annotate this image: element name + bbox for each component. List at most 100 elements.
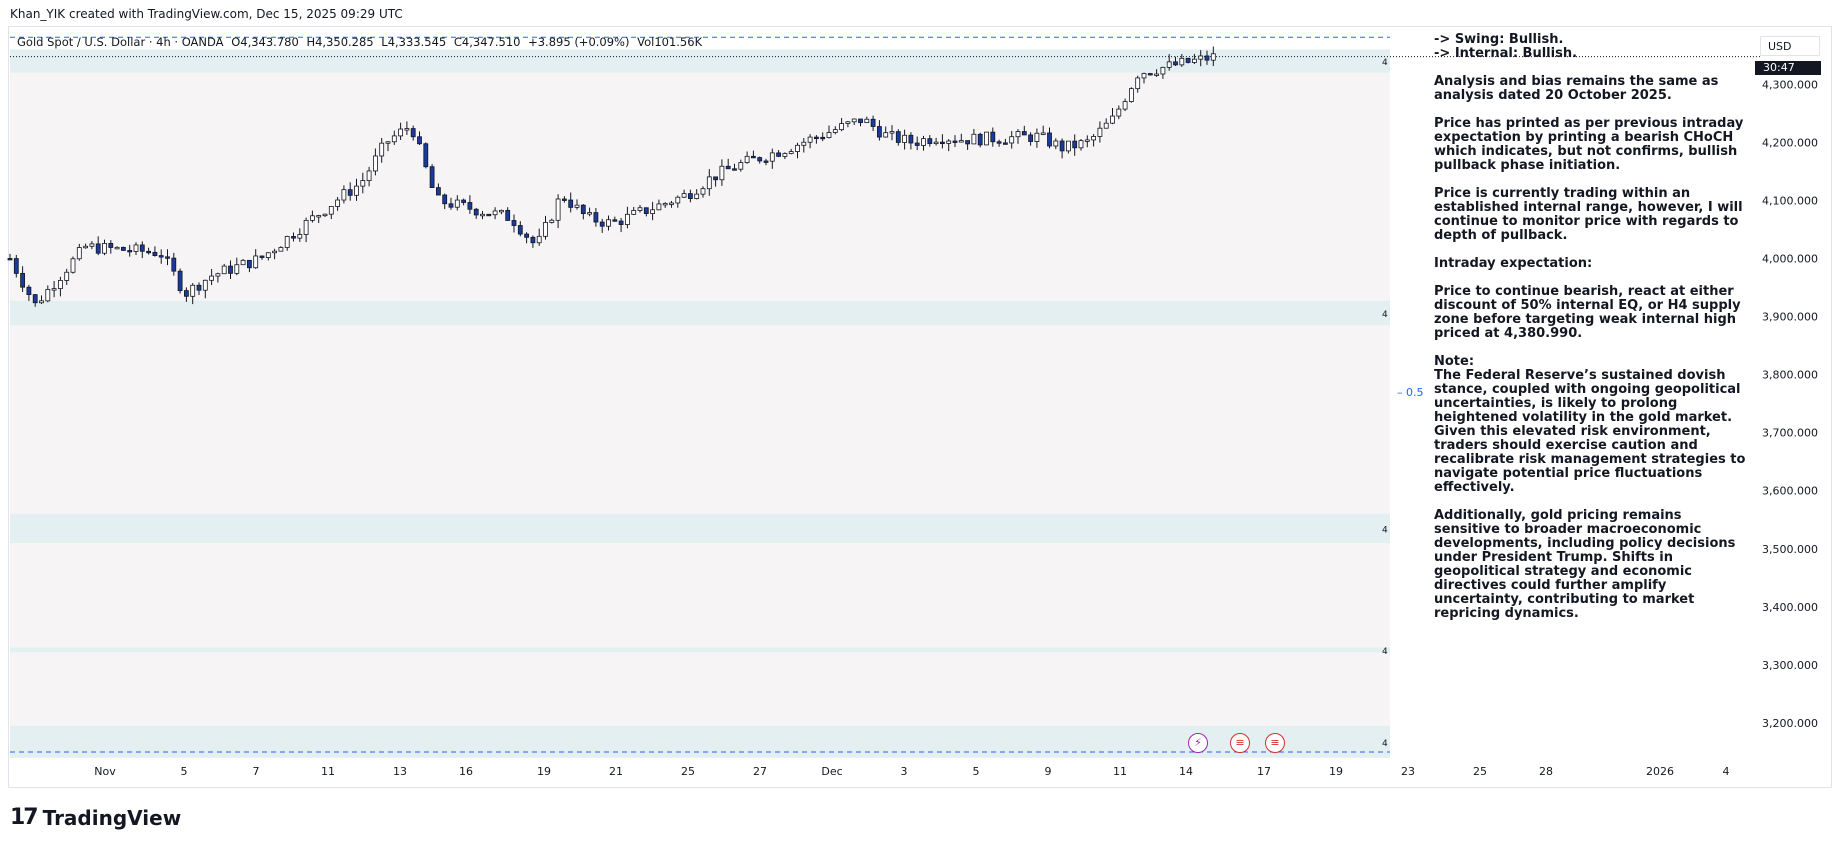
candle-body	[984, 131, 989, 146]
candle-body	[328, 206, 334, 215]
candle-body	[845, 121, 851, 124]
candle-body	[480, 213, 485, 217]
y-tick-label: 4,100.000	[1762, 194, 1818, 207]
high-value: H4,350.285	[306, 35, 374, 49]
candle-body	[555, 198, 561, 221]
candle-body	[1021, 131, 1027, 136]
candle-body	[58, 280, 63, 290]
candle-body	[95, 243, 101, 254]
candle-body	[486, 213, 492, 217]
candle-body	[933, 141, 939, 145]
candle-body	[732, 168, 737, 171]
candle-body	[196, 284, 202, 291]
us-flag-icon[interactable]: ≡	[1265, 733, 1285, 753]
change-value: +3.895 (+0.09%)	[528, 35, 630, 49]
candle-body	[536, 235, 542, 244]
candle-body	[713, 176, 718, 181]
open-value: O4,343.780	[231, 35, 299, 49]
x-tick-label: 9	[1045, 765, 1052, 778]
candle-body	[234, 264, 240, 274]
x-tick-label: 3	[901, 765, 908, 778]
candle-body	[177, 270, 183, 292]
candle-body	[1147, 73, 1153, 76]
candle-body	[757, 157, 763, 162]
y-tick-label: 3,200.000	[1762, 717, 1818, 730]
analysis-paragraph-7: Additionally, gold pricing remains sensi…	[1434, 508, 1736, 621]
analysis-paragraph-1: Analysis and bias remains the same as an…	[1434, 74, 1719, 103]
zone-marker: 4	[1382, 58, 1388, 68]
candle-body	[1040, 132, 1046, 135]
candle-body	[902, 134, 907, 143]
candle-body	[215, 273, 221, 277]
candle-body	[7, 258, 13, 261]
candle-body	[423, 143, 429, 168]
zone-marker: 4	[1382, 310, 1388, 320]
candle-body	[877, 126, 882, 138]
candle-body	[562, 198, 567, 201]
x-tick-label: Nov	[94, 765, 116, 778]
candle-body	[284, 236, 290, 248]
y-tick-label: 3,800.000	[1762, 369, 1818, 382]
candle-body	[278, 247, 284, 252]
x-tick-label: 4	[1723, 765, 1730, 778]
candle-body	[76, 247, 82, 260]
candle-body	[574, 204, 580, 208]
candle-body	[1009, 136, 1015, 144]
candle-body	[688, 193, 693, 199]
candle-body	[1084, 139, 1090, 142]
candle-body	[158, 255, 164, 258]
candle-body	[631, 210, 637, 215]
candle-body	[152, 251, 158, 256]
candle-body	[625, 213, 630, 225]
x-tick-label: 17	[1257, 765, 1271, 778]
candle-body	[675, 196, 681, 204]
candle-body	[965, 140, 970, 145]
x-tick-label: 23	[1401, 765, 1415, 778]
zone-marker: 4	[1382, 739, 1388, 749]
candle-body	[1116, 108, 1122, 117]
x-tick-label: 28	[1539, 765, 1553, 778]
candle-body	[291, 236, 296, 239]
analysis-paragraph-6: The Federal Reserve’s sustained dovish s…	[1434, 368, 1746, 495]
candle-body	[971, 133, 977, 145]
candle-body	[1103, 122, 1109, 129]
candle-body	[1204, 55, 1210, 61]
candle-body	[467, 202, 473, 210]
candle-body	[1129, 88, 1134, 102]
intraday-heading: Intraday expectation:	[1434, 256, 1593, 271]
symbol-name[interactable]: Gold Spot / U.S. Dollar · 4h · OANDA	[17, 35, 224, 49]
us-flag-icon[interactable]: ≡	[1230, 733, 1250, 753]
candle-body	[127, 250, 133, 253]
x-tick-label: 5	[181, 765, 188, 778]
x-tick-label: 14	[1179, 765, 1193, 778]
candle-body	[612, 219, 618, 222]
candle-body	[410, 128, 416, 138]
candle-body	[643, 207, 649, 214]
equilibrium-label: – 0.5	[1397, 386, 1424, 399]
note-heading: Note:	[1434, 354, 1475, 369]
candle-body	[20, 272, 26, 288]
candle-body	[744, 155, 750, 163]
candle-body	[725, 165, 731, 170]
candle-body	[895, 131, 901, 143]
candle-body	[442, 194, 448, 205]
candle-body	[297, 234, 303, 239]
candle-body	[587, 212, 592, 215]
candle-body	[795, 144, 800, 152]
candle-body	[593, 212, 599, 223]
candle-body	[940, 141, 945, 145]
candle-body	[1179, 57, 1185, 66]
zone-marker: 4	[1382, 525, 1388, 535]
candle-body	[209, 275, 215, 281]
lightning-icon[interactable]: ⚡	[1188, 733, 1208, 753]
bar-countdown: 30:47	[1755, 61, 1821, 75]
candle-body	[1015, 131, 1021, 138]
x-tick-label: 25	[681, 765, 695, 778]
zone-box	[10, 300, 1390, 326]
candle-body	[1078, 140, 1084, 149]
analysis-paragraph-2: Price has printed as per previous intrad…	[1434, 116, 1744, 173]
candle-body	[228, 265, 233, 274]
candle-body	[927, 138, 933, 144]
currency-button[interactable]: USD	[1760, 36, 1820, 56]
tradingview-footer: 17 TradingView	[10, 805, 181, 830]
